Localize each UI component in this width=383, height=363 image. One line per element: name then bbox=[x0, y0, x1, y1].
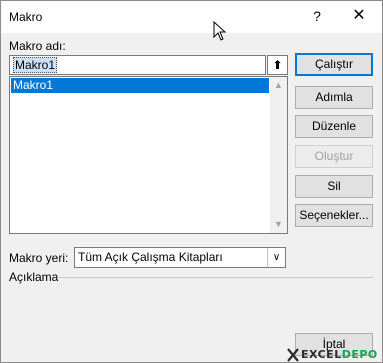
create-button[interactable]: Oluştur bbox=[295, 145, 373, 168]
macro-list[interactable]: Makro1 ▲ ▼ bbox=[9, 76, 288, 234]
upload-arrow-icon: ⬆ bbox=[272, 58, 283, 72]
macro-dialog: Makro ? ✕ Makro adı: Makro1 ⬆ Makro1 ▲ ▼… bbox=[0, 0, 383, 363]
help-button[interactable]: ? bbox=[303, 3, 331, 29]
scroll-up-icon[interactable]: ▲ bbox=[270, 77, 287, 94]
macro-name-field[interactable]: Makro1 bbox=[9, 55, 266, 75]
mouse-cursor-icon bbox=[213, 21, 227, 41]
delete-button[interactable]: Sil bbox=[295, 175, 373, 198]
excel-depo-watermark: EXCELDEPO bbox=[287, 347, 382, 363]
list-item[interactable]: Makro1 bbox=[11, 78, 269, 93]
step-into-button[interactable]: Adımla bbox=[295, 86, 373, 109]
description-label: Açıklama bbox=[9, 270, 59, 284]
collapse-dialog-button[interactable]: ⬆ bbox=[267, 55, 288, 75]
macros-in-select[interactable]: Tüm Açık Çalışma Kitapları bbox=[74, 247, 286, 268]
list-scrollbar[interactable]: ▲ ▼ bbox=[270, 77, 287, 233]
options-button[interactable]: Seçenekler... bbox=[295, 204, 373, 227]
watermark-text: EXCELDEPO bbox=[301, 348, 378, 361]
macro-name-value: Makro1 bbox=[13, 57, 58, 73]
edit-button[interactable]: Düzenle bbox=[295, 115, 373, 138]
description-divider bbox=[57, 277, 373, 278]
title-bar: Makro ? ✕ bbox=[1, 1, 382, 33]
logo-icon bbox=[287, 348, 299, 362]
close-button[interactable]: ✕ bbox=[342, 3, 376, 29]
macros-in-label: Makro yeri: bbox=[9, 251, 69, 265]
macro-name-label: Makro adı: bbox=[9, 39, 66, 53]
scroll-down-icon[interactable]: ▼ bbox=[270, 216, 287, 233]
dialog-title: Makro bbox=[9, 10, 43, 24]
chevron-down-icon[interactable]: ∨ bbox=[267, 248, 285, 267]
run-button[interactable]: Çalıştır bbox=[295, 53, 373, 76]
